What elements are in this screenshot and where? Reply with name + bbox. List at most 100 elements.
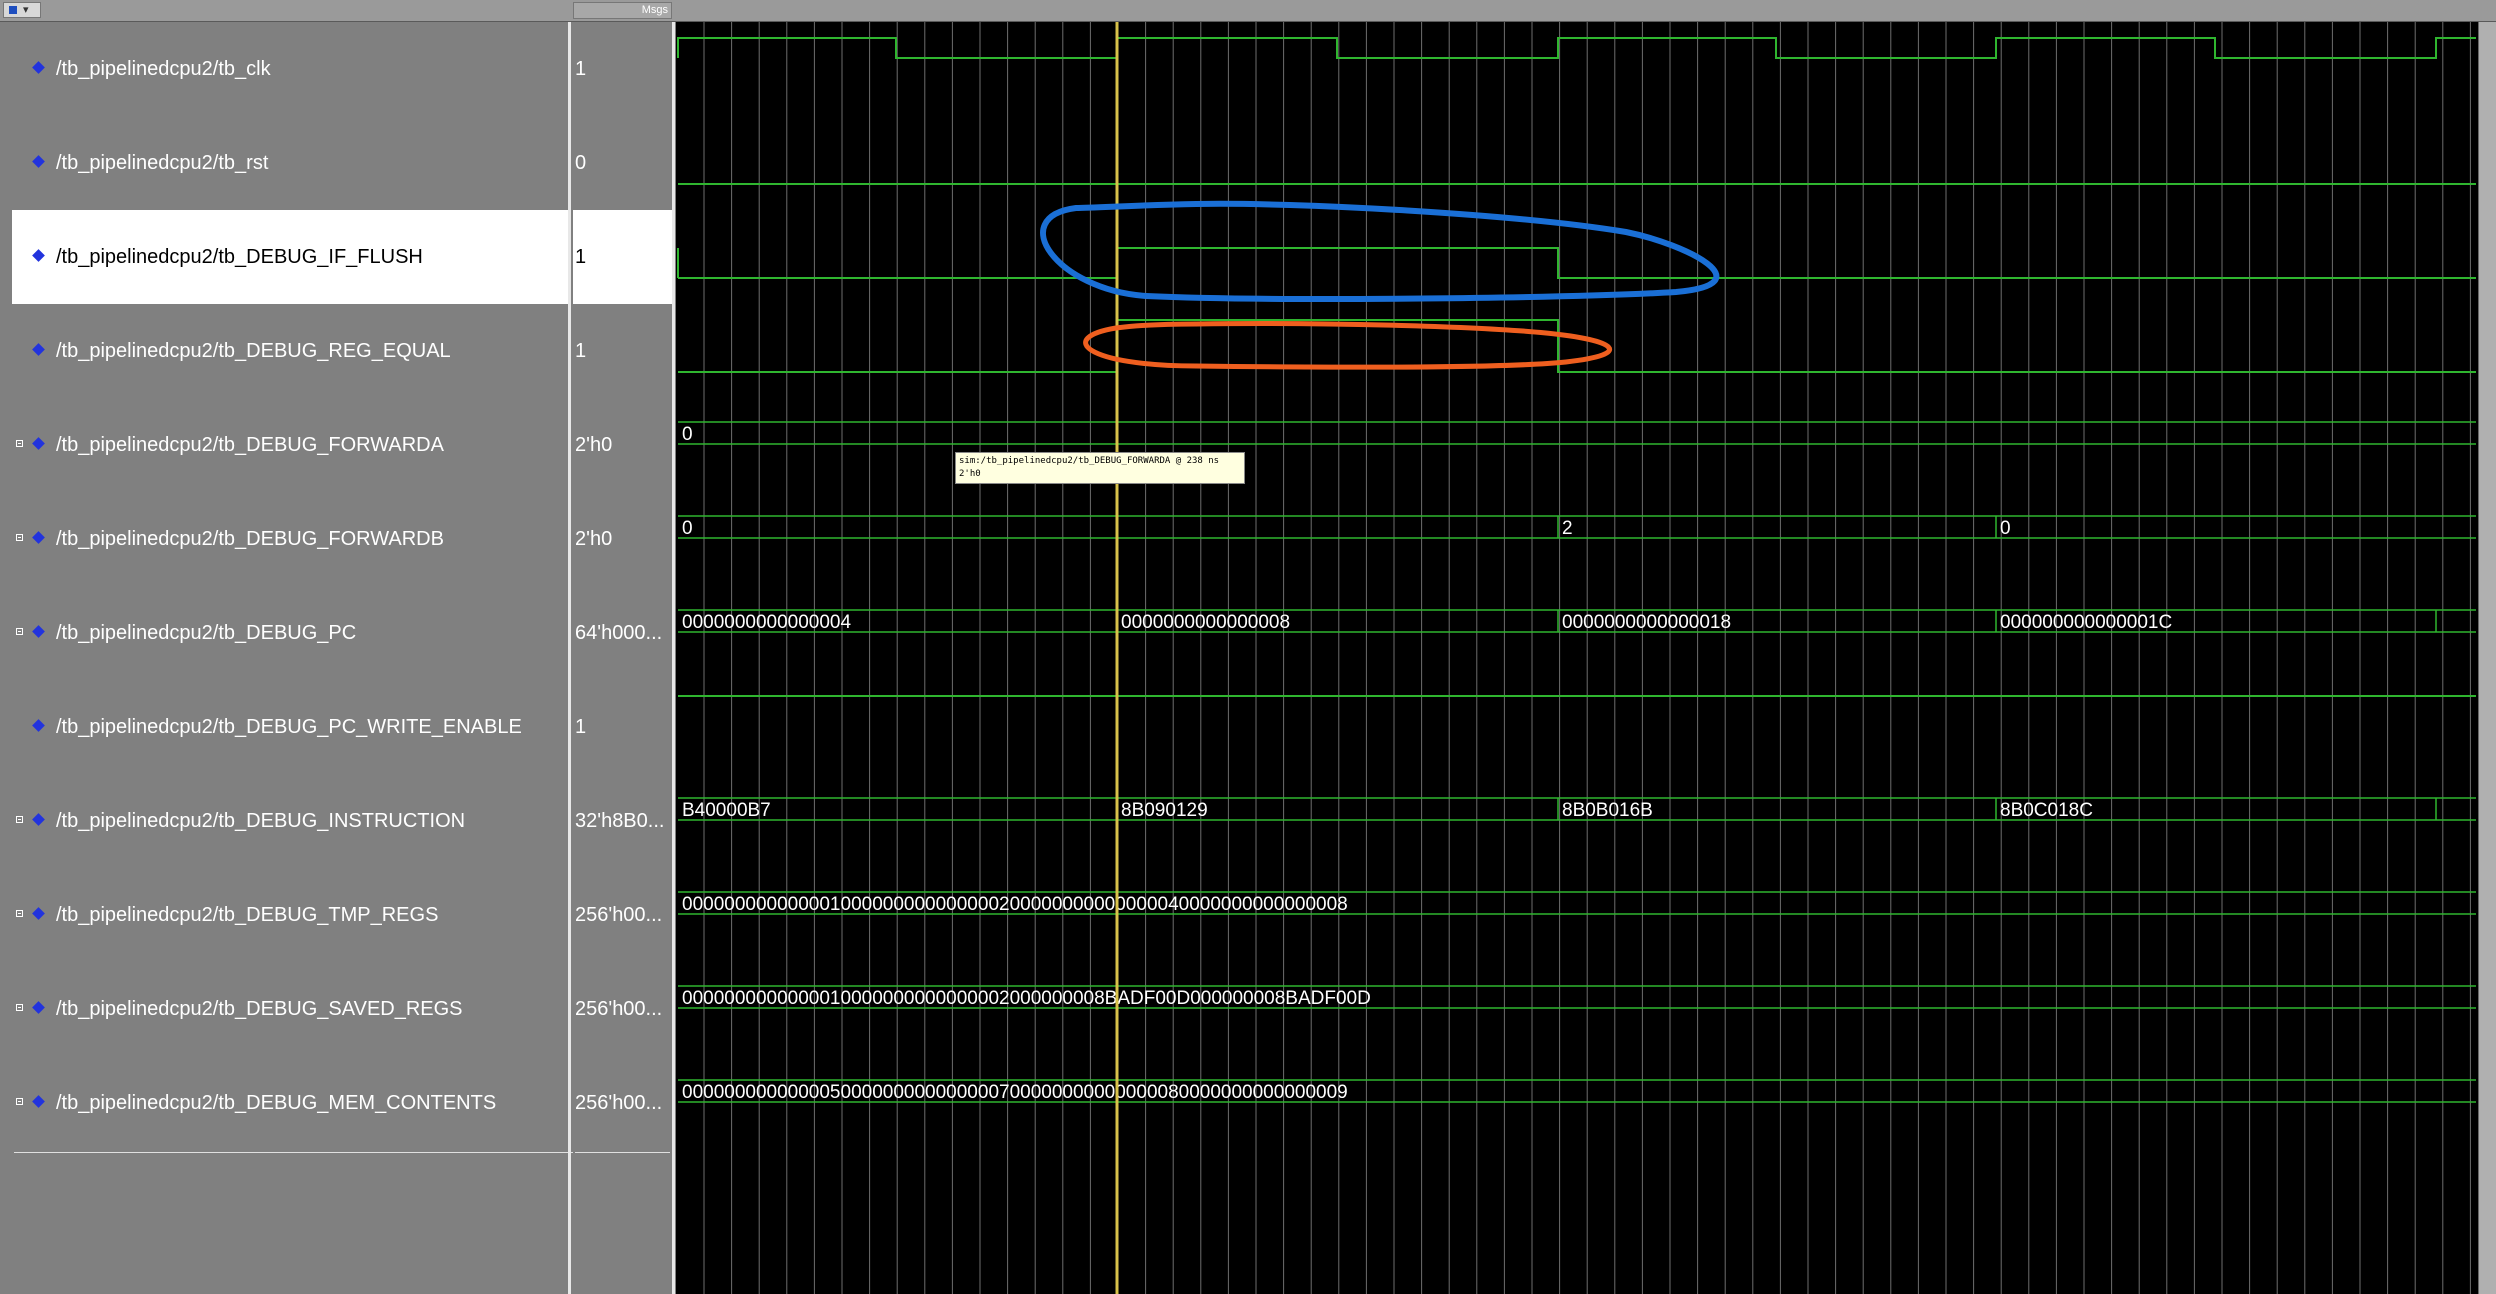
signal-row[interactable]: /tb_pipelinedcpu2/tb_DEBUG_PC_WRITE_ENAB… [12,680,568,774]
signal-name: /tb_pipelinedcpu2/tb_DEBUG_SAVED_REGS [56,998,463,1020]
signal-value: 1 [575,58,587,80]
signal-value-row[interactable]: 0 [573,116,672,210]
tooltip-value-line: 2'h0 [959,469,981,479]
signal-name: /tb_pipelinedcpu2/tb_DEBUG_PC [56,622,357,644]
signal-diamond-icon [32,61,45,74]
signal-value-row[interactable]: 1 [573,304,672,398]
waveform-canvas[interactable]: 0 0 2 0 0000000000000004 0000000000000008 0000… [676,22,2496,1294]
signal-diamond-icon [32,1095,45,1108]
signal-value: 0 [575,152,587,174]
pane-divider-names[interactable] [568,22,571,1294]
signal-row[interactable]: /tb_pipelinedcpu2/tb_DEBUG_IF_FLUSH [12,210,568,304]
signal-value-row[interactable]: 32'h8B0... [573,774,672,868]
signal-name: /tb_pipelinedcpu2/tb_rst [56,152,269,174]
instruction-value-label: 8B0B016B [1562,800,1653,821]
saved-regs-value-label: 0000000000000010000000000000002000000008… [682,988,1371,1009]
signal-row[interactable]: /tb_pipelinedcpu2/tb_DEBUG_MEM_CONTENTS [12,1056,568,1150]
signal-value: 256'h00... [575,1092,663,1114]
mem-contents-value-label: 0000000000000050000000000000007000000000… [682,1082,1348,1103]
signal-value-row[interactable]: 256'h00... [573,962,672,1056]
signal-value-row[interactable]: 64'h000... [573,586,672,680]
signal-value-row[interactable]: 2'h0 [573,492,672,586]
signal-row[interactable]: /tb_pipelinedcpu2/tb_DEBUG_FORWARDB [12,492,568,586]
vertical-scrollbar[interactable] [2478,22,2496,1294]
signal-name: /tb_pipelinedcpu2/tb_DEBUG_IF_FLUSH [56,246,423,268]
signal-row[interactable]: /tb_pipelinedcpu2/tb_DEBUG_INSTRUCTION [12,774,568,868]
signal-name: /tb_pipelinedcpu2/tb_DEBUG_INSTRUCTION [56,810,466,832]
signal-diamond-icon [32,1001,45,1014]
signal-value: 2'h0 [575,528,613,550]
waveform-pane[interactable]: 0 0 2 0 0000000000000004 0000000000000008 0000… [676,22,2496,1294]
wave-menu-button[interactable]: ▾ [3,2,41,18]
expand-icon[interactable] [16,1004,23,1011]
expand-icon[interactable] [16,628,23,635]
dropdown-arrow-icon: ▾ [23,3,29,16]
signal-diamond-icon [32,531,45,544]
signal-row[interactable]: /tb_pipelinedcpu2/tb_DEBUG_SAVED_REGS [12,962,568,1056]
signal-value-row[interactable]: 1 [573,210,672,304]
pc-value-label: 0000000000000004 [682,612,852,633]
signal-value: 32'h8B0... [575,810,665,832]
signal-diamond-icon [32,907,45,920]
expand-icon[interactable] [16,910,23,917]
signal-row[interactable]: /tb_pipelinedcpu2/tb_DEBUG_REG_EQUAL [12,304,568,398]
signal-values-pane[interactable]: 1 0 1 1 2'h0 2'h0 64'h000... 1 32'h8B0... 256'h00… [573,22,672,1294]
expand-icon[interactable] [16,440,23,447]
orange-circle-annotation [1083,320,1612,370]
forwarda-value-label: 0 [682,424,693,445]
signal-row[interactable]: /tb_pipelinedcpu2/tb_DEBUG_FORWARDA [12,398,568,492]
signal-row[interactable]: /tb_pipelinedcpu2/tb_clk [12,22,568,116]
signal-row[interactable]: /tb_pipelinedcpu2/tb_rst [12,116,568,210]
signal-names-pane[interactable]: /tb_pipelinedcpu2/tb_clk/tb_pipelinedcpu… [12,22,574,1294]
signal-value: 1 [575,716,587,738]
expand-icon[interactable] [16,1098,23,1105]
wave-window-icon [9,6,17,14]
signal-diamond-icon [32,719,45,732]
pane-divider-values[interactable] [672,22,675,1294]
instruction-value-label: 8B0C018C [2000,800,2093,821]
signal-value-row[interactable]: 1 [573,22,672,116]
forwardb-value-label: 0 [2000,518,2011,539]
expand-icon[interactable] [16,816,23,823]
signal-row[interactable]: /tb_pipelinedcpu2/tb_DEBUG_PC [12,586,568,680]
tmp-regs-value-label: 0000000000000010000000000000002000000000… [682,894,1348,915]
msgs-column-header: Msgs [573,2,672,19]
signal-value-row[interactable]: 256'h00... [573,1056,672,1150]
signal-name: /tb_pipelinedcpu2/tb_clk [56,58,271,80]
signal-diamond-icon [32,625,45,638]
pc-value-label: 0000000000000018 [1562,612,1731,633]
signal-diamond-icon [32,249,45,262]
signal-value-row[interactable]: 1 [573,680,672,774]
signal-diamond-icon [32,813,45,826]
expand-icon[interactable] [16,534,23,541]
signal-value: 64'h000... [575,622,663,644]
signal-value-tooltip: sim:/tb_pipelinedcpu2/tb_DEBUG_FORWARDA … [955,452,1245,484]
signal-value-row[interactable]: 2'h0 [573,398,672,492]
reg-equal-wave [678,319,2476,373]
signal-value: 256'h00... [575,998,663,1020]
signal-name: /tb_pipelinedcpu2/tb_DEBUG_MEM_CONTENTS [56,1092,497,1114]
blue-circle-annotation [1040,200,1720,302]
clk-wave [677,37,2476,59]
signal-row[interactable]: /tb_pipelinedcpu2/tb_DEBUG_TMP_REGS [12,868,568,962]
tooltip-signal-line: sim:/tb_pipelinedcpu2/tb_DEBUG_FORWARDA … [959,456,1220,466]
list-end-line [14,1152,574,1153]
signal-diamond-icon [32,437,45,450]
signal-value: 2'h0 [575,434,613,456]
instruction-value-label: 8B090129 [1121,800,1208,821]
signal-name: /tb_pipelinedcpu2/tb_DEBUG_FORWARDA [56,434,444,456]
forwardb-value-label: 0 [682,518,693,539]
forwardb-value-label: 2 [1562,518,1573,539]
signal-name: /tb_pipelinedcpu2/tb_DEBUG_PC_WRITE_ENAB… [56,716,522,738]
signal-name: /tb_pipelinedcpu2/tb_DEBUG_REG_EQUAL [56,340,451,362]
signal-value: 1 [575,246,587,268]
signal-value: 256'h00... [575,904,663,926]
signal-name: /tb_pipelinedcpu2/tb_DEBUG_TMP_REGS [56,904,439,926]
pc-value-label: 000000000000001C [2000,612,2172,633]
if-flush-wave [677,247,2476,279]
signal-value: 1 [575,340,587,362]
instruction-value-label: B40000B7 [682,800,771,821]
wave-window-toolbar: ▾ Msgs [0,0,2496,22]
list-end-line [575,1152,670,1153]
signal-value-row[interactable]: 256'h00... [573,868,672,962]
